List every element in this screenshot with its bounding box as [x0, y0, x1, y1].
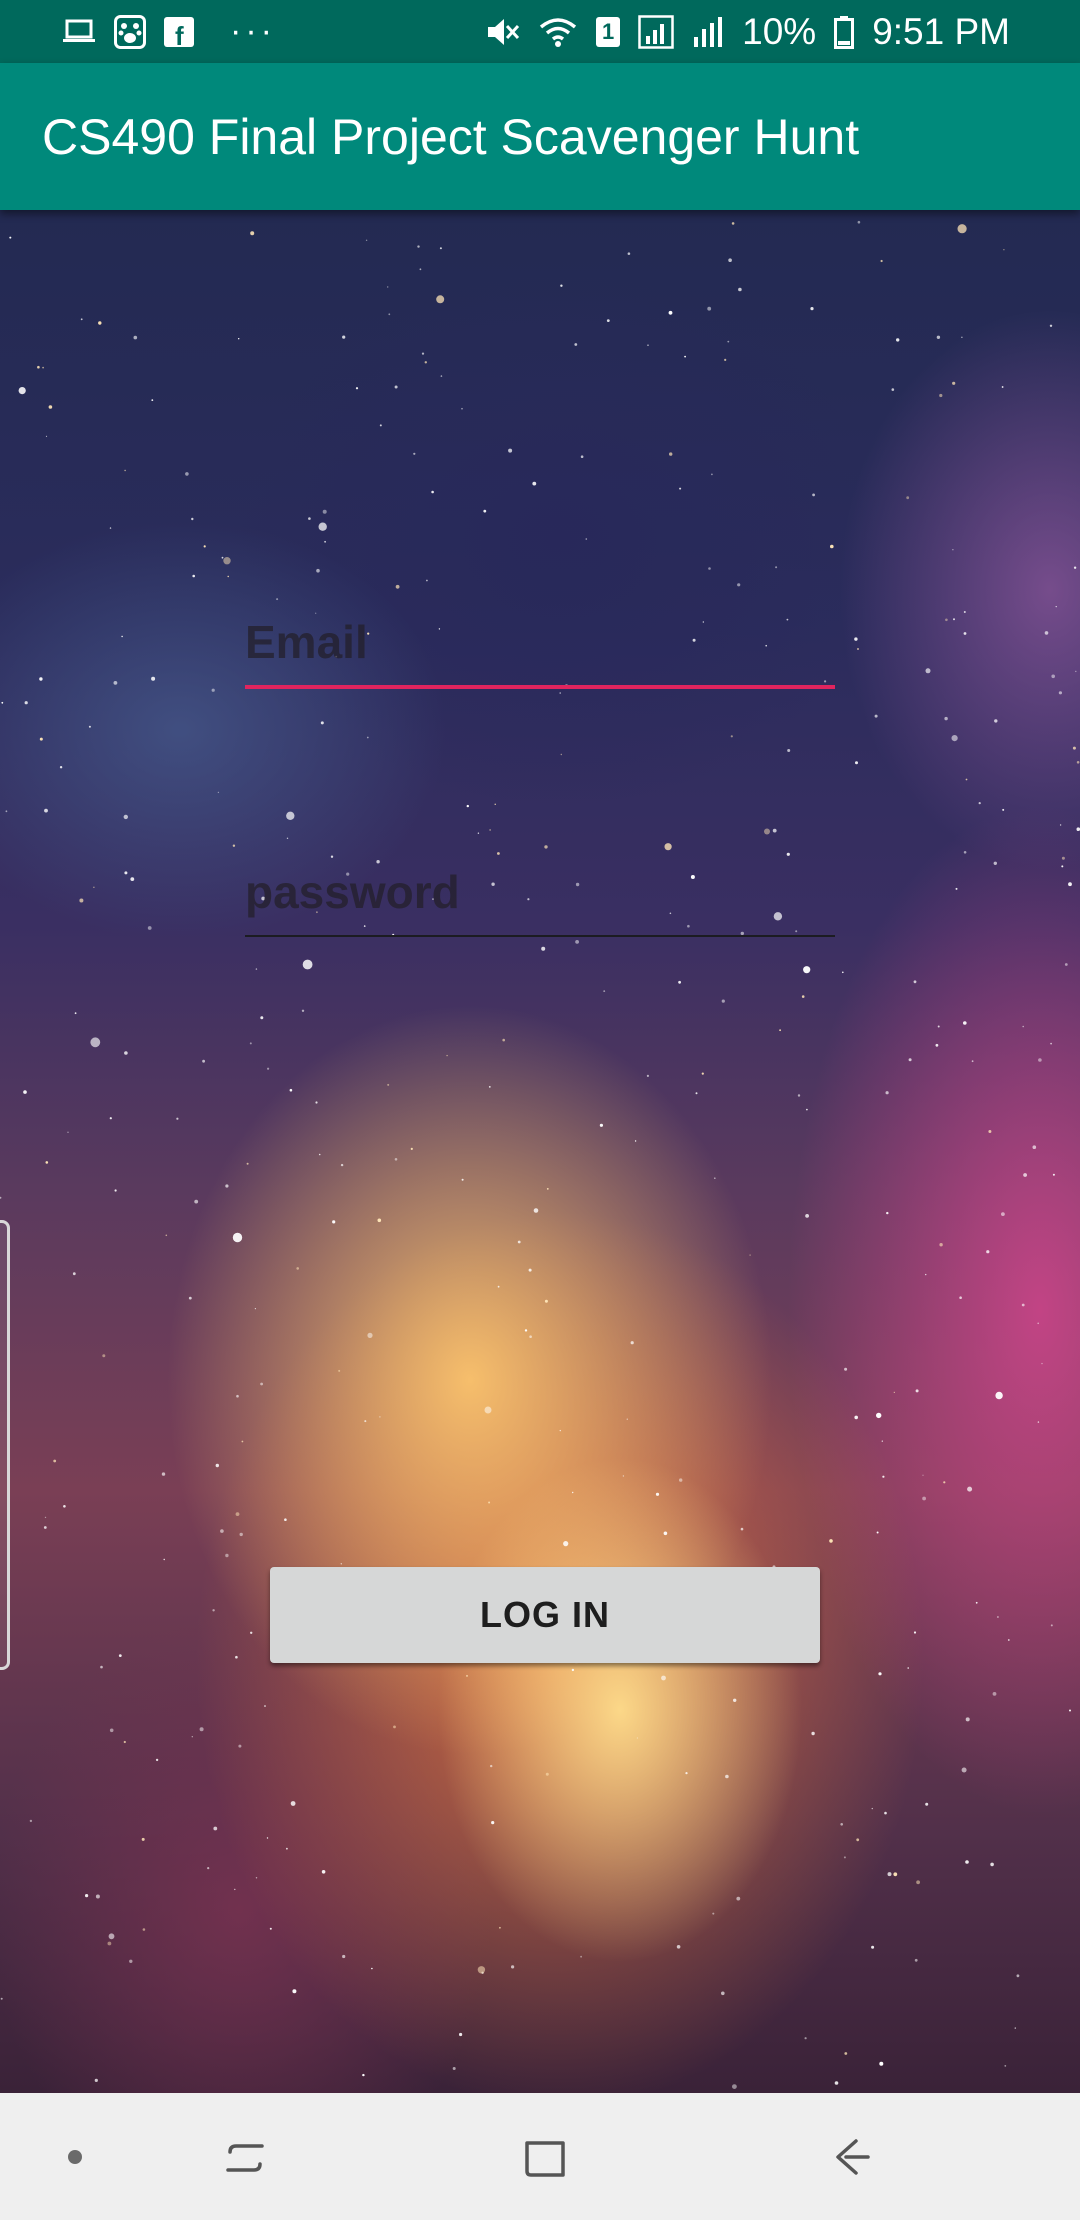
facebook-icon: f — [164, 12, 194, 52]
email-field[interactable] — [245, 605, 835, 685]
password-field-container — [245, 855, 835, 937]
password-field[interactable] — [245, 855, 835, 935]
status-bar: f ··· 1 10% 9:51 PM — [0, 0, 1080, 63]
status-bar-left: f ··· — [62, 12, 276, 52]
battery-percent: 10% — [742, 10, 817, 52]
paw-icon — [114, 12, 146, 52]
back-icon[interactable] — [805, 2093, 895, 2220]
mute-icon — [486, 12, 520, 52]
more-dots-icon: ··· — [230, 12, 276, 50]
login-button[interactable]: LOG IN — [270, 1567, 820, 1663]
edge-panel-handle[interactable] — [0, 1220, 10, 1670]
navigation-bar — [0, 2093, 1080, 2220]
sim-1-icon: 1 — [596, 16, 621, 47]
status-bar-right: 1 10% 9:51 PM — [486, 11, 1010, 53]
home-icon[interactable] — [500, 2093, 590, 2220]
signal-icon — [638, 12, 674, 52]
laptop-icon — [62, 12, 96, 52]
signal-2-icon — [692, 12, 724, 52]
email-field-container — [245, 605, 835, 689]
recent-apps-icon[interactable] — [200, 2093, 290, 2220]
galaxy-background-image — [0, 220, 1080, 2089]
login-screen: LOG IN — [0, 210, 1080, 2093]
svg-text:f: f — [175, 21, 184, 47]
email-field-underline — [245, 685, 835, 689]
dot-icon[interactable] — [40, 2093, 110, 2220]
status-time: 9:51 PM — [872, 10, 1010, 52]
password-field-underline — [245, 935, 835, 937]
app-bar: CS490 Final Project Scavenger Hunt — [0, 63, 1080, 210]
page-title: CS490 Final Project Scavenger Hunt — [42, 108, 860, 165]
wifi-icon — [538, 12, 578, 52]
battery-icon — [834, 12, 855, 52]
